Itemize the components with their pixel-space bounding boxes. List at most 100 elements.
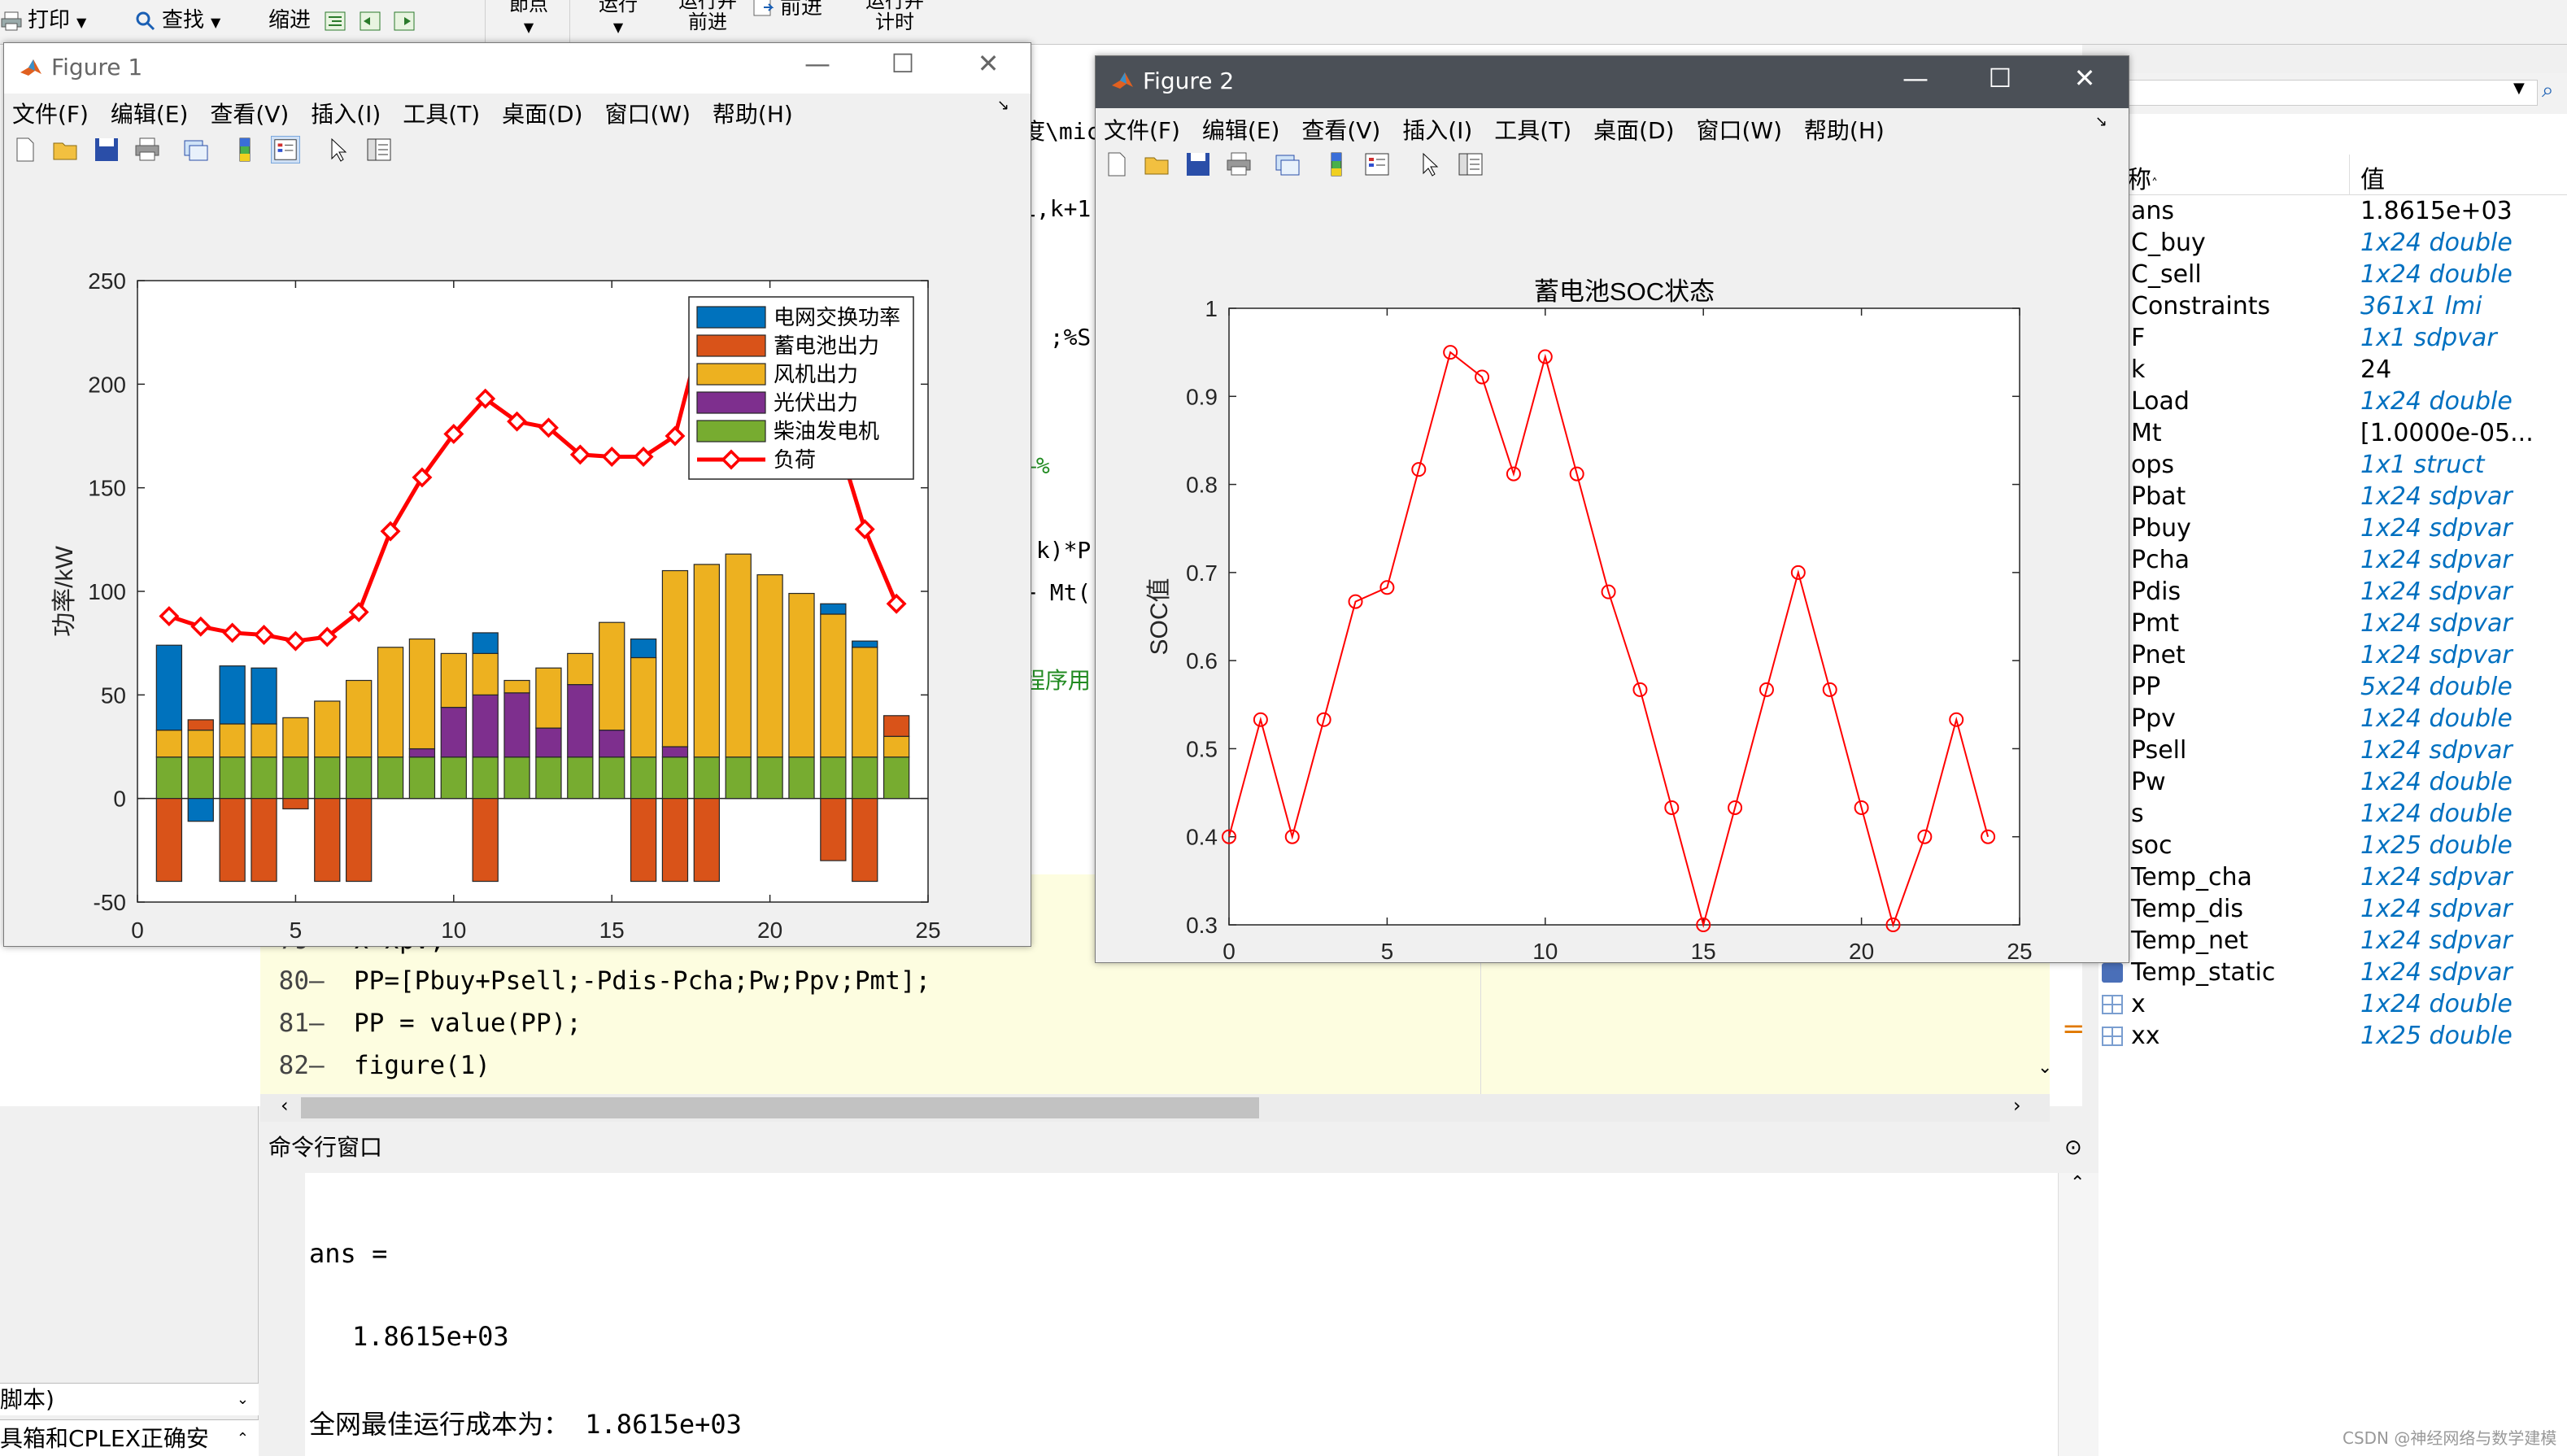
legend-icon[interactable] xyxy=(271,136,300,163)
variable-value[interactable]: 1x24 double xyxy=(2360,703,2513,735)
workspace-row[interactable]: ans 1.8615e+03 xyxy=(2098,195,2567,227)
menu-window[interactable]: 窗口(W) xyxy=(1696,117,1782,144)
indent-icon[interactable] xyxy=(324,11,346,32)
chevron-down-icon[interactable]: ▼ xyxy=(76,15,86,30)
variable-value[interactable]: 1x24 double xyxy=(2360,259,2513,290)
workspace-row[interactable]: C_sell 1x24 double xyxy=(2098,259,2567,290)
close-icon[interactable]: ✕ xyxy=(948,48,1029,79)
menu-desktop[interactable]: 桌面(D) xyxy=(502,101,582,128)
workspace-row[interactable]: Temp_static 1x24 sdpvar xyxy=(2098,957,2567,988)
variable-value[interactable]: 1x24 sdpvar xyxy=(2360,512,2513,544)
workspace-row[interactable]: Pdis 1x24 sdpvar xyxy=(2098,576,2567,608)
figure1-axes[interactable]: -500501001502002500510152025时段功率/kW电网交换功… xyxy=(4,173,1031,946)
figure2-titlebar[interactable]: Figure 2 — ☐ ✕ xyxy=(1096,56,2129,108)
link-figure-icon[interactable] xyxy=(1273,150,1302,178)
workspace-row[interactable]: C_buy 1x24 double xyxy=(2098,227,2567,259)
command-window-scrollbar[interactable]: ⌃ xyxy=(2058,1173,2098,1456)
column-value[interactable]: 值 xyxy=(2360,159,2385,195)
variable-value[interactable]: 1x24 double xyxy=(2360,798,2513,830)
variable-value[interactable]: 1x24 sdpvar xyxy=(2360,861,2513,893)
colorbar-icon[interactable] xyxy=(230,136,259,163)
workspace-row[interactable]: Pcha 1x24 sdpvar xyxy=(2098,544,2567,576)
scroll-left-icon[interactable]: ‹ xyxy=(281,1094,289,1117)
workspace-row[interactable]: Load 1x24 double xyxy=(2098,386,2567,417)
dock-icon[interactable]: ↘ xyxy=(2095,113,2107,130)
menu-edit[interactable]: 编辑(E) xyxy=(1202,117,1280,144)
advance-button[interactable]: 前进 xyxy=(752,0,822,20)
search-icon[interactable]: ⌕ xyxy=(2542,78,2554,103)
open-file-icon[interactable] xyxy=(51,136,81,163)
scrollbar-thumb[interactable] xyxy=(301,1097,1259,1118)
variable-value[interactable]: 5x24 double xyxy=(2360,671,2513,703)
code-line[interactable]: 81— PP = value(PP); xyxy=(260,1009,582,1038)
variable-value[interactable]: 1x24 sdpvar xyxy=(2360,735,2513,766)
code-line[interactable]: 82— figure(1) xyxy=(260,1051,490,1080)
menu-tools[interactable]: 工具(T) xyxy=(1494,117,1571,144)
variable-value[interactable]: 1x24 sdpvar xyxy=(2360,925,2513,957)
figure1-window[interactable]: Figure 1 — ☐ ✕ 文件(F) 编辑(E) 查看(V) 插入(I) 工… xyxy=(3,42,1031,947)
workspace-row[interactable]: Psell 1x24 sdpvar xyxy=(2098,735,2567,766)
workspace-row[interactable]: Pbat 1x24 sdpvar xyxy=(2098,481,2567,512)
variable-value[interactable]: 1x24 sdpvar xyxy=(2360,608,2513,639)
close-icon[interactable]: ✕ xyxy=(2044,63,2125,94)
property-inspector-icon[interactable] xyxy=(364,136,394,163)
workspace-row[interactable]: Temp_dis 1x24 sdpvar xyxy=(2098,893,2567,925)
workspace-row[interactable]: ops 1x1 struct xyxy=(2098,449,2567,481)
variable-value[interactable]: 1x24 double xyxy=(2360,227,2513,259)
scroll-right-icon[interactable]: › xyxy=(2013,1094,2021,1117)
column-name[interactable]: 称˄ xyxy=(2127,159,2158,195)
workspace-row[interactable]: Pnet 1x24 sdpvar xyxy=(2098,639,2567,671)
chevron-down-icon[interactable]: ▼ xyxy=(2513,80,2525,97)
menu-view[interactable]: 查看(V) xyxy=(210,101,289,128)
print-button[interactable]: 打印 ▼ xyxy=(0,8,86,35)
workspace-row[interactable]: Pmt 1x24 sdpvar xyxy=(2098,608,2567,639)
variable-value[interactable]: 1x24 sdpvar xyxy=(2360,481,2513,512)
workspace-row[interactable]: Temp_net 1x24 sdpvar xyxy=(2098,925,2567,957)
variable-value[interactable]: 1x1 struct xyxy=(2360,449,2484,481)
open-file-icon[interactable] xyxy=(1143,150,1172,178)
code-line[interactable]: 80— PP=[Pbuy+Psell;-Pdis-Pcha;Pw;Ppv;Pmt]… xyxy=(260,966,931,996)
figure2-axes[interactable]: 0.30.40.50.60.70.80.910 5 10 15 20 25蓄电池SOC状态… xyxy=(1096,186,2129,963)
workspace-row[interactable]: k 24 xyxy=(2098,354,2567,386)
workspace-row[interactable]: Pw 1x24 double xyxy=(2098,766,2567,798)
variable-value[interactable]: 361x1 lmi xyxy=(2360,290,2482,322)
save-icon[interactable] xyxy=(92,136,121,163)
menu-file[interactable]: 文件(F) xyxy=(1104,117,1180,144)
find-button[interactable]: 查找 ▼ xyxy=(134,8,220,35)
chevron-down-icon[interactable]: ▼ xyxy=(211,15,220,30)
print-icon[interactable] xyxy=(1224,150,1253,178)
workspace-row[interactable]: soc 1x25 double xyxy=(2098,830,2567,861)
variable-value[interactable]: 1x1 sdpvar xyxy=(2360,322,2497,354)
variable-value[interactable]: 1x24 double xyxy=(2360,766,2513,798)
outdent-icon[interactable] xyxy=(393,11,416,32)
run-button[interactable]: 运行 ▼ xyxy=(586,0,651,38)
variable-value[interactable]: 1x25 double xyxy=(2360,830,2513,861)
new-figure-icon[interactable] xyxy=(1102,150,1131,178)
workspace-row[interactable]: Pbuy 1x24 sdpvar xyxy=(2098,512,2567,544)
minimize-icon[interactable]: — xyxy=(1875,63,1956,94)
scroll-down-icon[interactable]: ⌄ xyxy=(2037,1057,2052,1078)
smart-indent-icon[interactable] xyxy=(359,11,381,32)
menu-view[interactable]: 查看(V) xyxy=(1301,117,1380,144)
workspace-row[interactable]: x 1x24 double xyxy=(2098,988,2567,1020)
workspace-row[interactable]: Mt [1.0000e-05... xyxy=(2098,417,2567,449)
run-and-time-button[interactable]: 运行并 计时 xyxy=(854,0,935,33)
figure1-titlebar[interactable]: Figure 1 — ☐ ✕ xyxy=(4,43,1031,94)
new-figure-icon[interactable] xyxy=(11,136,40,163)
warning-marker-icon[interactable]: = xyxy=(2062,1013,2085,1045)
scroll-up-icon[interactable]: ⌃ xyxy=(2070,1173,2085,1193)
legend-icon[interactable] xyxy=(1362,150,1392,178)
minimize-icon[interactable]: — xyxy=(777,48,858,79)
workspace-row[interactable]: PP 5x24 double xyxy=(2098,671,2567,703)
menu-insert[interactable]: 插入(I) xyxy=(1402,117,1472,144)
colorbar-icon[interactable] xyxy=(1322,150,1351,178)
workspace-row[interactable]: Constraints 361x1 lmi xyxy=(2098,290,2567,322)
indent-button[interactable]: 缩进 xyxy=(268,8,421,33)
workspace-row[interactable]: s 1x24 double xyxy=(2098,798,2567,830)
print-icon[interactable] xyxy=(133,136,162,163)
left-panel-item[interactable]: 脚本) ⌄ xyxy=(0,1383,259,1415)
menu-tools[interactable]: 工具(T) xyxy=(403,101,480,128)
link-figure-icon[interactable] xyxy=(181,136,211,163)
menu-help[interactable]: 帮助(H) xyxy=(1804,117,1885,144)
cursor-icon[interactable] xyxy=(1415,150,1445,178)
